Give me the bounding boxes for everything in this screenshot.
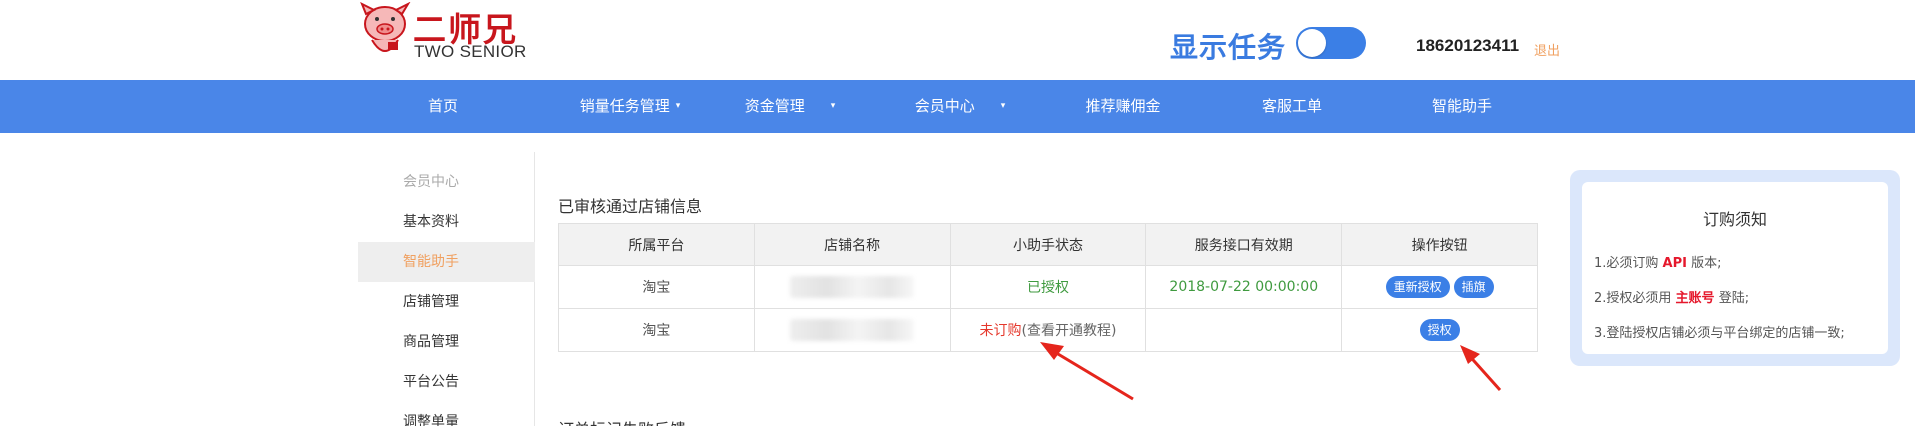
table-row: 淘宝 已授权 2018-07-22 00:00:00 重新授权 插旗 [558, 265, 1538, 309]
notice-highlight: 主账号 [1675, 291, 1715, 306]
blurred-store-name [790, 276, 915, 298]
sidebar-item-announcements[interactable]: 平台公告 [358, 362, 535, 402]
expiry-cell: 2018-07-22 00:00:00 [1145, 265, 1343, 309]
nav-item-referral[interactable]: 推荐赚佣金 [1073, 80, 1173, 133]
platform-cell: 淘宝 [558, 308, 755, 352]
nav-item-smart-assistant[interactable]: 智能助手 [1417, 80, 1507, 133]
toggle-knob [1298, 29, 1326, 57]
pig-mascot-icon [360, 2, 411, 52]
main-nav: 首页 销量任务管理 ▾ 资金管理 ▾ 会员中心 ▾ 推荐赚佣金 客服工单 智能助手 [0, 80, 1915, 133]
status-not-subscribed: 未订购 [979, 323, 1022, 339]
caret-down-icon: ▾ [830, 101, 836, 111]
table-header-row: 所属平台 店铺名称 小助手状态 服务接口有效期 操作按钮 [558, 223, 1538, 266]
assistant-status-cell: 已授权 [949, 265, 1147, 309]
column-header: 操作按钮 [1341, 223, 1538, 266]
sidebar-item-smart-assistant[interactable]: 智能助手 [358, 242, 535, 282]
status-authorized: 已授权 [1027, 280, 1069, 296]
notice-text: 2.授权必须用 [1594, 291, 1676, 306]
caret-down-icon: ▾ [675, 101, 681, 111]
view-tutorial-link[interactable]: (查看开通教程) [1022, 323, 1117, 339]
notice-text: 登陆; [1714, 291, 1750, 306]
table-row: 淘宝 未订购(查看开通教程) 授权 [558, 308, 1538, 352]
approved-stores-title: 已审核通过店铺信息 [558, 197, 703, 216]
caret-down-icon: ▾ [1000, 101, 1006, 111]
logout-link[interactable]: 退出 [1534, 40, 1560, 59]
notice-highlight: API [1662, 256, 1687, 271]
nav-item-home[interactable]: 首页 [403, 80, 483, 133]
sidebar-item-profile[interactable]: 基本资料 [358, 202, 535, 242]
authorize-button[interactable]: 授权 [1419, 319, 1460, 341]
sidebar-item-adjust-orders[interactable]: 调整单量 [358, 402, 535, 426]
notice-line: 3.登陆授权店铺必须与平台绑定的店铺一致; [1594, 322, 1845, 341]
flag-button[interactable]: 插旗 [1453, 276, 1494, 298]
store-name-cell [753, 265, 951, 309]
show-task-label: 显示任务 [1170, 31, 1287, 64]
column-header: 小助手状态 [949, 223, 1147, 266]
column-header: 所属平台 [558, 223, 755, 266]
nav-item-label: 首页 [427, 97, 458, 115]
order-mark-feedback-title: 订单标记失败反馈 [558, 416, 686, 426]
store-table: 所属平台 店铺名称 小助手状态 服务接口有效期 操作按钮 淘宝 已授权 2018… [558, 223, 1538, 352]
assistant-status-cell: 未订购(查看开通教程) [949, 308, 1147, 352]
order-notice-card: 订购须知 1.必须订购 API 版本; 2.授权必须用 主账号 登陆; 3.登陆… [1582, 182, 1888, 354]
notice-text: 3.登陆授权店铺必须与平台绑定的店铺一致; [1594, 326, 1845, 341]
sidebar-item-store-management[interactable]: 店铺管理 [358, 282, 535, 322]
expiry-cell [1145, 308, 1343, 352]
nav-item-label: 智能助手 [1431, 97, 1492, 115]
notice-line: 2.授权必须用 主账号 登陆; [1594, 287, 1749, 306]
nav-item-member-center[interactable]: 会员中心 ▾ [905, 80, 1015, 133]
blurred-store-name [790, 319, 915, 341]
notice-text: 1.必须订购 [1594, 256, 1663, 271]
column-header: 服务接口有效期 [1145, 223, 1343, 266]
nav-item-label: 会员中心 [914, 97, 975, 115]
notice-line: 1.必须订购 API 版本; [1594, 252, 1722, 271]
logo-english-text: TWO SENIOR [414, 42, 527, 61]
nav-item-label: 客服工单 [1261, 97, 1322, 115]
user-phone: 18620123411 [1416, 36, 1520, 55]
nav-item-support-tickets[interactable]: 客服工单 [1247, 80, 1337, 133]
nav-item-label: 资金管理 [744, 97, 805, 115]
notice-title: 订购须知 [1702, 210, 1767, 229]
notice-text: 版本; [1686, 256, 1722, 271]
actions-cell: 授权 [1341, 308, 1538, 352]
expiry-date: 2018-07-22 00:00:00 [1169, 279, 1319, 295]
nav-item-sales-tasks[interactable]: 销量任务管理 ▾ [560, 80, 700, 133]
nav-item-label: 销量任务管理 [579, 97, 670, 115]
top-header: 二师兄 TWO SENIOR 显示任务 18620123411 退出 [0, 0, 1915, 80]
logo[interactable]: 二师兄 TWO SENIOR [358, 2, 528, 64]
store-name-cell [753, 308, 951, 352]
nav-item-funds[interactable]: 资金管理 ▾ [735, 80, 845, 133]
order-notice-panel: 订购须知 1.必须订购 API 版本; 2.授权必须用 主账号 登陆; 3.登陆… [1570, 170, 1900, 366]
actions-cell: 重新授权 插旗 [1341, 265, 1538, 309]
show-task-toggle[interactable] [1296, 27, 1366, 59]
sidebar: 会员中心 基本资料 智能助手 店铺管理 商品管理 平台公告 调整单量 [358, 152, 535, 426]
reauthorize-button[interactable]: 重新授权 [1385, 276, 1450, 298]
sidebar-item-product-management[interactable]: 商品管理 [358, 322, 535, 362]
platform-cell: 淘宝 [558, 265, 755, 309]
sidebar-section-title: 会员中心 [403, 174, 459, 190]
column-header: 店铺名称 [753, 223, 951, 266]
nav-item-label: 推荐赚佣金 [1085, 97, 1161, 115]
